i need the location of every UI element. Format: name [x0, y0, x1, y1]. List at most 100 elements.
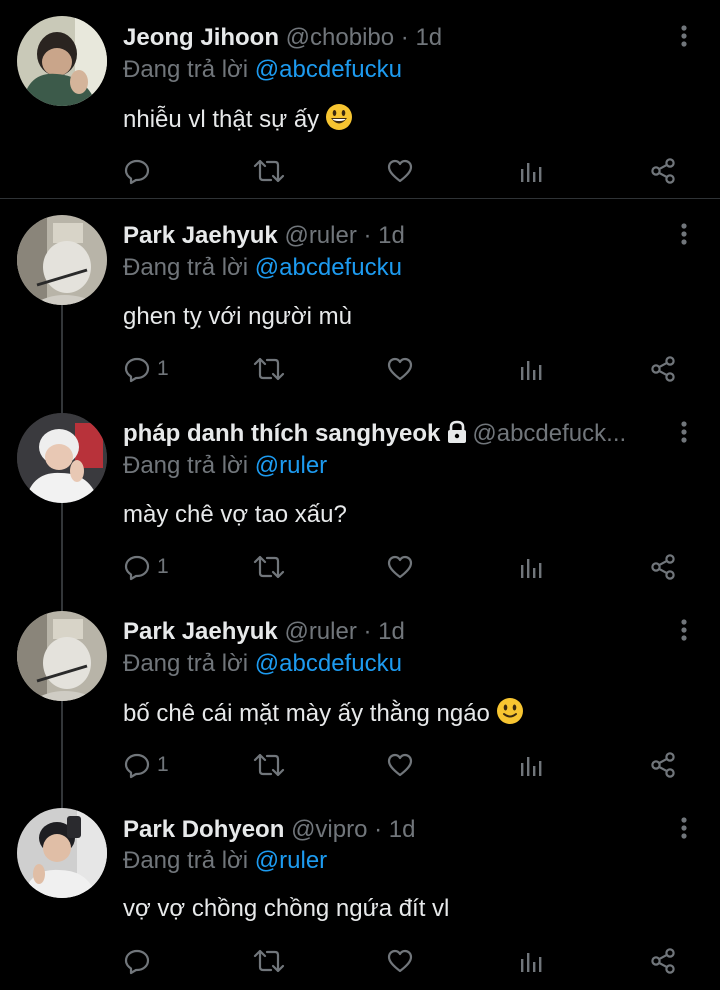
share-icon	[651, 554, 675, 580]
display-name[interactable]: Park Dohyeon	[123, 816, 284, 843]
share-button[interactable]	[649, 943, 677, 979]
reply-mention[interactable]: @ruler	[255, 452, 327, 479]
more-options-icon[interactable]	[672, 219, 696, 249]
retweet-icon	[253, 555, 285, 579]
like-button[interactable]	[386, 747, 414, 783]
reply-button[interactable]	[123, 943, 157, 979]
tweet-text-content: nhiễu vl thật sự ấy	[123, 106, 320, 133]
separator-dot: ·	[400, 24, 409, 51]
like-button[interactable]	[386, 549, 414, 585]
views-icon	[521, 953, 542, 972]
share-button[interactable]	[649, 153, 677, 189]
separator-dot: ·	[374, 816, 383, 843]
reply-mention[interactable]: @ruler	[255, 847, 327, 874]
avatar[interactable]	[17, 611, 107, 701]
reply-prefix: Đang trả lời	[123, 56, 249, 83]
tweet[interactable]: Park Jaehyuk @ruler · 1d Đang trả lời @a…	[0, 594, 720, 792]
reply-button[interactable]	[123, 153, 157, 189]
share-button[interactable]	[649, 549, 677, 585]
timestamp[interactable]: 1d	[389, 816, 416, 843]
timestamp[interactable]: 1d	[378, 222, 405, 249]
like-icon	[387, 555, 413, 579]
reply-icon	[124, 753, 150, 779]
user-handle[interactable]: @ruler	[284, 618, 356, 645]
more-options-icon[interactable]	[672, 21, 696, 51]
separator-dot: ·	[363, 222, 372, 249]
tweet-text: nhiễu vl thật sự ấy	[123, 103, 353, 140]
tweet-header: Park Jaehyuk @ruler · 1d	[123, 220, 660, 252]
reply-count: 1	[157, 357, 169, 380]
tweet-text-content: vợ vợ chồng chồng ngứa đít vl	[123, 895, 450, 922]
reply-mention[interactable]: @abcdefucku	[255, 650, 402, 677]
grinning-face-emoji	[325, 103, 353, 140]
separator-dot: ·	[363, 618, 372, 645]
views-button[interactable]	[518, 747, 544, 783]
tweet-text: bố chê cái mặt mày ấy thằng ngáo	[123, 697, 524, 734]
views-icon	[521, 361, 542, 380]
tweet[interactable]: Jeong Jihoon @chobibo · 1d Đang trả lời …	[0, 0, 720, 198]
display-name[interactable]: Park Jaehyuk	[123, 222, 278, 249]
tweet-actions	[123, 153, 683, 189]
reply-icon	[124, 357, 150, 383]
reply-context: Đang trả lời @abcdefucku	[123, 253, 402, 283]
retweet-button[interactable]	[253, 747, 285, 783]
reply-icon	[124, 949, 150, 975]
tweet-actions	[123, 943, 683, 979]
views-button[interactable]	[518, 549, 544, 585]
tweet-actions: 1	[123, 747, 683, 783]
tweet-header: Park Jaehyuk @ruler · 1d	[123, 616, 660, 648]
reply-button[interactable]: 1	[123, 747, 169, 783]
slightly-smiling-face-emoji	[496, 697, 524, 734]
avatar[interactable]	[17, 413, 107, 503]
lock-icon	[446, 420, 468, 450]
reply-mention[interactable]: @abcdefucku	[255, 254, 402, 281]
like-button[interactable]	[386, 153, 414, 189]
display-name[interactable]: pháp danh thích sanghyeok	[123, 420, 440, 447]
share-button[interactable]	[649, 747, 677, 783]
views-button[interactable]	[518, 153, 544, 189]
retweet-button[interactable]	[253, 943, 285, 979]
reply-prefix: Đang trả lời	[123, 452, 249, 479]
user-handle[interactable]: @vipro	[291, 816, 367, 843]
timestamp[interactable]: 1d	[415, 24, 442, 51]
tweet-header: Jeong Jihoon @chobibo · 1d	[123, 22, 660, 54]
like-button[interactable]	[386, 943, 414, 979]
more-options-icon[interactable]	[672, 417, 696, 447]
avatar-image	[17, 611, 107, 701]
reply-button[interactable]: 1	[123, 549, 169, 585]
share-button[interactable]	[649, 351, 677, 387]
retweet-button[interactable]	[253, 351, 285, 387]
avatar-image	[17, 215, 107, 305]
retweet-button[interactable]	[253, 549, 285, 585]
like-icon	[387, 159, 413, 183]
user-handle[interactable]: @ruler	[284, 222, 356, 249]
like-button[interactable]	[386, 351, 414, 387]
reply-prefix: Đang trả lời	[123, 254, 249, 281]
tweet[interactable]: Park Jaehyuk @ruler · 1d Đang trả lời @a…	[0, 198, 720, 396]
tweet-text-content: mày chê vợ tao xấu?	[123, 501, 347, 528]
tweet[interactable]: Park Dohyeon @vipro · 1d Đang trả lời @r…	[0, 792, 720, 990]
views-button[interactable]	[518, 943, 544, 979]
reply-mention[interactable]: @abcdefucku	[255, 56, 402, 83]
display-name[interactable]: Park Jaehyuk	[123, 618, 278, 645]
timestamp[interactable]: 1d	[378, 618, 405, 645]
reply-count: 1	[157, 753, 169, 776]
user-handle[interactable]: @chobibo	[286, 24, 394, 51]
avatar[interactable]	[17, 215, 107, 305]
views-button[interactable]	[518, 351, 544, 387]
more-options-icon[interactable]	[672, 813, 696, 843]
avatar[interactable]	[17, 808, 107, 898]
user-handle[interactable]: @abcdefuck...	[472, 420, 626, 447]
like-icon	[387, 753, 413, 777]
reply-context: Đang trả lời @ruler	[123, 451, 327, 481]
retweet-icon	[253, 949, 285, 973]
tweet[interactable]: pháp danh thích sanghyeok @abcdefuck... Đ…	[0, 396, 720, 594]
reply-button[interactable]: 1	[123, 351, 169, 387]
tweet-text: vợ vợ chồng chồng ngứa đít vl	[123, 893, 449, 925]
avatar[interactable]	[17, 16, 107, 106]
reply-icon	[124, 555, 150, 581]
display-name[interactable]: Jeong Jihoon	[123, 24, 279, 51]
more-options-icon[interactable]	[672, 615, 696, 645]
retweet-button[interactable]	[253, 153, 285, 189]
share-icon	[651, 752, 675, 778]
